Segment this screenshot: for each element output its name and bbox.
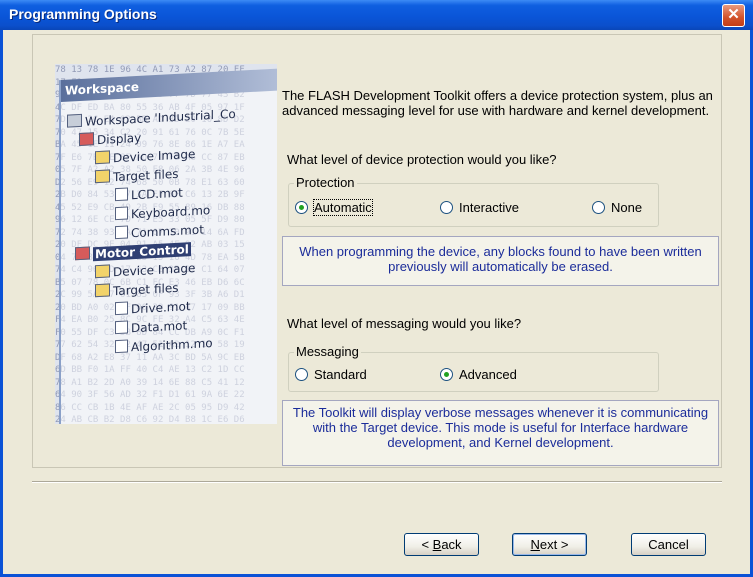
project-icon (75, 246, 90, 261)
file-icon (115, 301, 128, 316)
radio-selected-icon (440, 368, 453, 381)
title-bar[interactable]: Programming Options ✕ (0, 0, 753, 30)
folder-icon (95, 150, 110, 165)
messaging-info: The Toolkit will display verbose message… (282, 400, 719, 466)
file-icon (115, 339, 128, 354)
workspace-icon (67, 113, 82, 128)
radio-selected-icon (295, 201, 308, 214)
radio-empty-icon (592, 201, 605, 214)
radio-standard[interactable]: Standard (295, 367, 367, 382)
workspace-card: Workspace Workspace 'Industrial_Co Displ… (59, 67, 277, 424)
divider (32, 481, 722, 483)
radio-interactive[interactable]: Interactive (440, 200, 519, 215)
back-button[interactable]: < Back (404, 533, 479, 556)
file-icon (115, 320, 128, 335)
protection-group: Protection Automatic Interactive None (288, 176, 659, 227)
radio-empty-icon (440, 201, 453, 214)
radio-advanced[interactable]: Advanced (440, 367, 517, 382)
folder-icon (95, 264, 110, 279)
protection-info: When programming the device, any blocks … (282, 236, 719, 286)
radio-none[interactable]: None (592, 200, 642, 215)
programming-options-window: Programming Options ✕ 78 13 78 1E 96 4C … (0, 0, 753, 577)
file-icon (115, 206, 128, 221)
intro-text: The FLASH Development Toolkit offers a d… (282, 88, 713, 118)
radio-empty-icon (295, 368, 308, 381)
workspace-illustration: 78 13 78 1E 96 4C A1 73 A2 87 20 FF 17 F… (55, 64, 277, 424)
radio-automatic[interactable]: Automatic (295, 199, 373, 216)
file-icon (115, 187, 128, 202)
workspace-tree: Workspace 'Industrial_Co Display Device … (67, 105, 236, 361)
messaging-group-label: Messaging (294, 344, 361, 359)
messaging-question: What level of messaging would you like? (287, 316, 522, 331)
folder-icon (95, 169, 110, 184)
close-icon[interactable]: ✕ (722, 4, 745, 27)
folder-icon (95, 283, 110, 298)
messaging-group: Messaging Standard Advanced (288, 345, 659, 392)
project-icon (79, 132, 94, 147)
protection-group-label: Protection (294, 175, 357, 190)
protection-question: What level of device protection would yo… (287, 152, 557, 167)
next-button[interactable]: Next > (512, 533, 587, 556)
file-icon (115, 225, 128, 240)
window-title: Programming Options (9, 6, 157, 22)
cancel-button[interactable]: Cancel (631, 533, 706, 556)
